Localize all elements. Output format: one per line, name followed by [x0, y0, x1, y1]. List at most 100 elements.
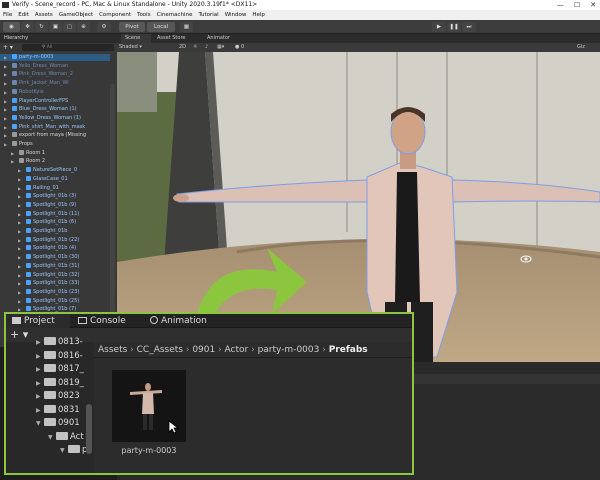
expand-arrow-icon[interactable]: ▶	[18, 280, 21, 287]
effects-dropdown-icon[interactable]: ▦▾	[217, 43, 224, 52]
expand-arrow-icon[interactable]: ▶	[4, 80, 7, 87]
folder-tree-item[interactable]: ▶ 0817_	[6, 363, 84, 376]
chevron-down-icon[interactable]: ▼	[36, 417, 44, 430]
hierarchy-item[interactable]: ▶ Yellow_Dress_Woman (1)	[0, 114, 110, 122]
pivot-toggle[interactable]: Pivot	[119, 22, 145, 32]
local-toggle[interactable]: Local	[147, 22, 175, 32]
pause-button[interactable]: ❚❚	[447, 22, 461, 32]
expand-arrow-icon[interactable]: ▶	[18, 167, 21, 174]
hierarchy-item[interactable]: ▶ Yello_Dress_Woman	[0, 62, 110, 70]
expand-arrow-icon[interactable]: ▶	[18, 254, 21, 261]
expand-arrow-icon[interactable]: ▶	[18, 298, 21, 305]
hierarchy-item[interactable]: ▶ NatureSetPiece_0	[0, 167, 110, 174]
hierarchy-item[interactable]: ▶ export from maya (Missing	[0, 132, 110, 139]
breadcrumb-item[interactable]: 0901	[192, 345, 215, 355]
menu-gameobject[interactable]: GameObject	[59, 10, 93, 20]
rotate-tool-icon[interactable]: ↻	[35, 22, 48, 32]
hierarchy-item[interactable]: ▶ party-m-0003	[0, 54, 110, 61]
folder-tree-scrollbar[interactable]	[86, 404, 92, 454]
play-button[interactable]: ▶	[432, 22, 446, 32]
expand-arrow-icon[interactable]: ▶	[18, 228, 21, 235]
expand-arrow-icon[interactable]: ▶	[18, 237, 21, 244]
menu-cinemachine[interactable]: Cinemachine	[157, 10, 193, 20]
close-button[interactable]: ✕	[590, 0, 596, 10]
step-button[interactable]: ⏭	[462, 22, 476, 32]
menu-window[interactable]: Window	[225, 10, 247, 20]
hierarchy-add-button[interactable]: + ▾	[3, 44, 13, 51]
expand-arrow-icon[interactable]: ▶	[4, 63, 7, 70]
hierarchy-item[interactable]: ▶ Spotlight_01b (22)	[0, 236, 110, 244]
tab-console[interactable]: Console	[74, 314, 126, 328]
hierarchy-item[interactable]: ▶ Spotlight_01b (9)	[0, 201, 110, 209]
menu-assets[interactable]: Assets	[35, 10, 53, 20]
chevron-down-icon[interactable]: ▼	[60, 444, 68, 457]
hierarchy-item[interactable]: ▶ Pink_shirt_Man_with_mask	[0, 123, 110, 131]
view-tool-icon[interactable]: ◉	[3, 22, 20, 32]
expand-arrow-icon[interactable]: ▶	[4, 141, 7, 148]
move-tool-icon[interactable]: ✥	[21, 22, 34, 32]
hierarchy-item[interactable]: ▶ Spotlight_01b (30)	[0, 254, 110, 261]
chevron-down-icon[interactable]: ▼	[48, 431, 56, 444]
menu-help[interactable]: Help	[252, 10, 265, 20]
expand-arrow-icon[interactable]: ▶	[18, 185, 21, 192]
menu-edit[interactable]: Edit	[18, 10, 29, 20]
chevron-right-icon[interactable]: ▶	[36, 404, 44, 417]
hierarchy-scrollbar[interactable]	[110, 84, 115, 344]
folder-tree-item[interactable]: ▶ 0831	[6, 404, 80, 417]
hierarchy-item[interactable]: ▶ Spotlight_01b (11)	[0, 210, 110, 218]
breadcrumb-item[interactable]: CC_Assets	[137, 345, 183, 355]
expand-arrow-icon[interactable]: ▶	[4, 89, 7, 96]
tab-scene[interactable]: Scene	[121, 34, 151, 43]
rect-tool-icon[interactable]: ▢	[63, 22, 76, 32]
expand-arrow-icon[interactable]: ▶	[11, 158, 14, 165]
tab-project[interactable]: Project	[6, 314, 70, 328]
expand-arrow-icon[interactable]: ▶	[18, 202, 21, 209]
chevron-right-icon[interactable]: ▶	[36, 390, 44, 403]
expand-arrow-icon[interactable]: ▶	[4, 54, 7, 61]
expand-arrow-icon[interactable]: ▶	[18, 245, 21, 252]
hierarchy-item[interactable]: ▶ Spotlight_01b (23)	[0, 288, 110, 296]
hierarchy-item[interactable]: ▶ Pink_Jacket_Man_Wi	[0, 80, 110, 87]
expand-arrow-icon[interactable]: ▶	[18, 289, 21, 296]
hidden-objects-icon[interactable]: ● 0	[235, 43, 244, 52]
hierarchy-item[interactable]: ▶ Spotlight_01b (33)	[0, 280, 110, 287]
expand-arrow-icon[interactable]: ▶	[4, 71, 7, 78]
expand-arrow-icon[interactable]: ▶	[4, 132, 7, 139]
asset-thumbnail[interactable]	[112, 370, 186, 442]
hierarchy-item[interactable]: ▶ Spotlight_01b (3)	[0, 193, 110, 200]
hierarchy-item[interactable]: ▶ Props	[0, 141, 110, 148]
hierarchy-item[interactable]: ▶ Spotlight_01b (4)	[0, 245, 110, 252]
chevron-right-icon[interactable]: ▶	[36, 363, 44, 376]
hierarchy-item[interactable]: ▶ Spotlight_01b (25)	[0, 297, 110, 305]
breadcrumb-item[interactable]: Prefabs	[329, 345, 368, 355]
expand-arrow-icon[interactable]: ▶	[18, 272, 21, 279]
shading-mode-dropdown[interactable]: Shaded ▾	[119, 43, 142, 52]
hierarchy-item[interactable]: ▶ Room 1	[0, 149, 110, 157]
hierarchy-item[interactable]: ▶ Room 2	[0, 158, 110, 165]
expand-arrow-icon[interactable]: ▶	[4, 106, 7, 113]
breadcrumb-item[interactable]: Assets	[98, 345, 127, 355]
folder-tree-item[interactable]: ▶ 0823	[6, 390, 80, 403]
expand-arrow-icon[interactable]: ▶	[4, 98, 7, 105]
chevron-right-icon[interactable]: ▶	[36, 350, 44, 363]
tab-asset-store[interactable]: Asset Store	[157, 34, 185, 43]
breadcrumb-item[interactable]: party-m-0003	[258, 345, 320, 355]
transform-tool-icon[interactable]: ⊕	[77, 22, 90, 32]
expand-arrow-icon[interactable]: ▶	[18, 219, 21, 226]
maximize-button[interactable]: ☐	[574, 0, 580, 10]
hierarchy-item[interactable]: ▶ Blue_Dress_Woman (1)	[0, 106, 110, 113]
minimize-button[interactable]: —	[557, 0, 564, 10]
chevron-right-icon[interactable]: ▶	[36, 336, 44, 349]
hierarchy-item[interactable]: ▶ PlayerControllerFPS	[0, 97, 110, 105]
hierarchy-search-input[interactable]: ⚲ All	[22, 44, 114, 51]
menu-tools[interactable]: Tools	[137, 10, 151, 20]
expand-arrow-icon[interactable]: ▶	[4, 124, 7, 131]
hierarchy-item[interactable]: ▶ RobotKyle	[0, 88, 110, 96]
hierarchy-item[interactable]: ▶ Pink_Dress_Woman_2	[0, 71, 110, 78]
grid-snap-icon[interactable]: ▦	[180, 22, 193, 32]
hierarchy-item[interactable]: ▶ Railing_01	[0, 184, 110, 192]
menu-file[interactable]: File	[3, 10, 12, 20]
hierarchy-item[interactable]: ▶ Spotlight_01b (32)	[0, 271, 110, 279]
2d-toggle[interactable]: 2D	[179, 43, 186, 52]
expand-arrow-icon[interactable]: ▶	[18, 263, 21, 270]
